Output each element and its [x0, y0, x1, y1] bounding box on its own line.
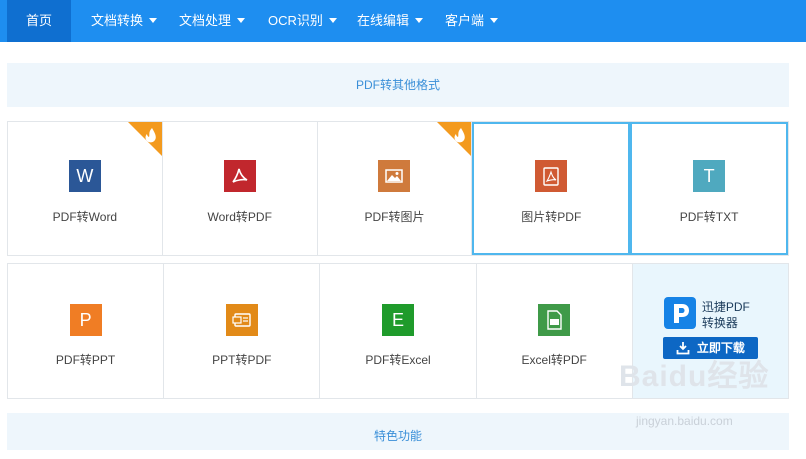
- nav-doc-convert[interactable]: 文档转换: [91, 0, 158, 42]
- tool-grid-row-1: W PDF转Word Word转PDF PDF转图片 图片转PDF T PDF转…: [7, 121, 789, 256]
- tile-label: Excel转PDF: [521, 353, 587, 367]
- baidu-watermark-url: jingyan.baidu.com: [636, 414, 733, 428]
- tile-pdf-to-excel[interactable]: E PDF转Excel: [320, 264, 477, 398]
- tile-pdf-to-image[interactable]: PDF转图片: [318, 122, 473, 255]
- chevron-down-icon: [490, 18, 499, 24]
- chevron-down-icon: [149, 18, 158, 24]
- hot-flame-icon: [437, 122, 472, 156]
- top-navbar: 首页 文档转换 文档处理 OCR识别 在线编辑 客户端: [0, 0, 806, 42]
- tile-label: PPT转PDF: [212, 353, 272, 367]
- tile-label: PDF转PPT: [55, 353, 116, 367]
- download-label: 立即下载: [696, 341, 745, 355]
- tile-label: PDF转Excel: [365, 353, 431, 367]
- excel-pdf-icon: [538, 304, 571, 336]
- promo-title: 迅捷PDF 转换器: [702, 299, 750, 331]
- chevron-down-icon: [328, 18, 337, 24]
- pdf-file-icon: [535, 160, 568, 192]
- nav-label: 在线编辑: [357, 13, 410, 28]
- powerpoint-icon: P: [69, 304, 102, 336]
- acrobat-icon: [223, 160, 256, 192]
- tile-image-to-pdf[interactable]: 图片转PDF: [472, 122, 631, 255]
- tile-word-to-pdf[interactable]: Word转PDF: [163, 122, 318, 255]
- ppt-pdf-icon: [225, 304, 258, 336]
- app-logo: [663, 297, 696, 329]
- word-icon: W: [68, 160, 101, 192]
- baidu-watermark: Baidu经验: [619, 360, 770, 393]
- tile-label: PDF转Word: [52, 210, 118, 224]
- chevron-down-icon: [415, 18, 424, 24]
- tile-label: 图片转PDF: [521, 210, 582, 224]
- text-icon: T: [693, 160, 726, 192]
- tile-pdf-to-txt[interactable]: T PDF转TXT: [630, 122, 788, 255]
- nav-online-edit[interactable]: 在线编辑: [357, 0, 424, 42]
- image-icon: [378, 160, 411, 192]
- nav-label: 客户端: [445, 13, 485, 28]
- nav-label: 文档转换: [91, 13, 144, 28]
- tile-label: Word转PDF: [207, 210, 272, 224]
- nav-label: OCR识别: [268, 13, 323, 28]
- tile-pdf-to-word[interactable]: W PDF转Word: [8, 122, 163, 255]
- tile-ppt-to-pdf[interactable]: PPT转PDF: [164, 264, 321, 398]
- nav-doc-process[interactable]: 文档处理: [179, 0, 246, 42]
- excel-icon: E: [382, 304, 414, 336]
- download-icon: [676, 342, 690, 355]
- section-title-pdf-to-other: PDF转其他格式: [7, 63, 789, 107]
- nav-client[interactable]: 客户端: [445, 0, 499, 42]
- hot-flame-icon: [127, 122, 162, 156]
- nav-ocr[interactable]: OCR识别: [268, 0, 337, 42]
- promo-title-line: 转换器: [701, 316, 738, 330]
- promo-title-line: 迅捷PDF: [701, 300, 750, 314]
- download-now-button[interactable]: 立即下载: [662, 337, 758, 359]
- tile-excel-to-pdf[interactable]: Excel转PDF: [477, 264, 633, 398]
- nav-label: 文档处理: [179, 13, 232, 28]
- tile-label: PDF转图片: [364, 210, 425, 224]
- nav-home[interactable]: 首页: [7, 0, 71, 42]
- chevron-down-icon: [237, 18, 246, 24]
- tile-label: PDF转TXT: [679, 210, 739, 224]
- tile-pdf-to-ppt[interactable]: P PDF转PPT: [8, 264, 165, 398]
